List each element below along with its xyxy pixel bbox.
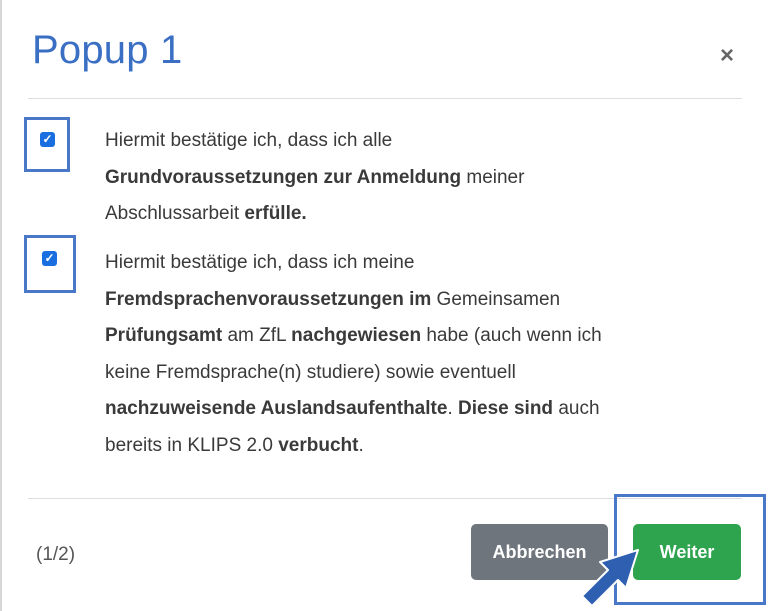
item-1-text-2: meiner [461,166,525,188]
arrow-pointer-icon [581,549,639,607]
item-2-bold-5: Diese sind [458,398,554,419]
item-1-line-1: Hiermit bestätige ich, dass ich alle [105,130,393,151]
item-2-bold-6: verbucht [278,434,359,456]
item-2-line-5: nachzuweisende Auslandsaufenthalte. Dies… [105,391,745,428]
item-2-line-2: Fremdsprachenvoraussetzungen im Gemeinsa… [105,282,745,319]
page-indicator: (1/2) [36,544,76,565]
dialog-title: Popup 1 [32,28,183,72]
item-1-text: Hiermit bestätige ich, dass ich alle Gru… [105,123,745,233]
item-1-text-3: Abschlussarbeit [105,203,245,224]
item-1-bold-2: erfülle. [244,203,307,224]
item-1-line-3: Abschlussarbeit erfülle. [105,196,745,233]
checkbox-grundvoraussetzungen[interactable]: ✓ [40,132,55,147]
item-2-text-7: bereits in KLIPS 2.0 [105,434,279,456]
checkbox-fremdsprachen[interactable]: ✓ [42,251,57,266]
header-divider [28,98,742,99]
close-icon[interactable]: × [720,44,734,68]
item-2-line-1: Hiermit bestätige ich, dass ich meine [105,252,415,273]
item-2-line-3: Prüfungsamt am ZfL nachgewiesen habe (au… [105,318,745,355]
item-1-bold-1: Grundvoraussetzungen zur Anmeldung [105,166,462,188]
item-1-line-2: Grundvoraussetzungen zur Anmeldung meine… [105,160,745,197]
item-2-text-3: am ZfL [222,325,292,346]
item-2-bold-3: nachgewiesen [291,325,422,346]
item-2-text-5: . [447,398,458,419]
item-2-text-4: habe (auch wenn ich [421,325,602,346]
item-2-bold-2: Prüfungsamt [105,325,223,346]
item-2-bold-1: Fremdsprachenvoraussetzungen im [105,288,432,310]
item-2-line-4: keine Fremdsprache(n) studiere) sowie ev… [105,361,516,383]
item-2-bold-4: nachzuweisende Auslandsaufenthalte [105,398,448,419]
item-2-text: Hiermit bestätige ich, dass ich meine Fr… [105,245,745,464]
item-2-text-2: Gemeinsamen [431,288,561,310]
item-2-line-6: bereits in KLIPS 2.0 verbucht. [105,428,745,465]
modal-border [0,0,2,611]
item-2-text-6: auch [553,398,600,419]
item-2-text-8: . [358,434,364,456]
modal-dialog: Popup 1 × ✓ Hiermit bestätige ich, dass … [0,0,768,611]
